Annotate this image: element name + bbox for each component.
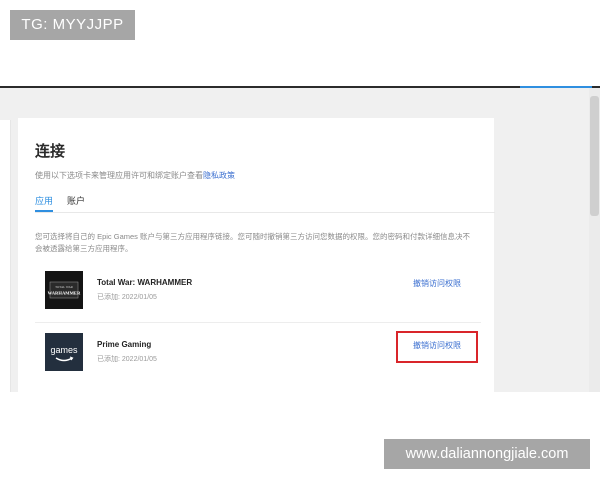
page-title: 连接: [35, 143, 66, 160]
tab-apps[interactable]: 应用: [35, 194, 53, 208]
app-name: Total War: WARHAMMER: [97, 278, 193, 287]
left-panel: [0, 120, 11, 392]
highlight-box: [396, 331, 478, 363]
watermark: www.daliannongjiale.com: [384, 439, 590, 469]
app-added-date: 已添加: 2022/01/05: [97, 356, 157, 363]
prime-gaming-logo-icon: games: [45, 333, 83, 371]
browser-content: 连接 使用以下选项卡来管理应用许可和绑定账户查看隐私政策 应用 账户 您可选择将…: [0, 88, 600, 392]
app-row: TOTAL WAR WARHAMMER Total War: WARHAMMER…: [35, 268, 481, 323]
tab-bar: 应用 账户: [35, 194, 495, 213]
warhammer-logo-icon: TOTAL WAR WARHAMMER: [45, 271, 83, 309]
active-tab-underline: [35, 210, 53, 212]
logo-top-text: TOTAL WAR: [55, 285, 74, 289]
tg-badge: TG: MYYJJPP: [10, 10, 135, 40]
revoke-access-button[interactable]: 撤销访问权限: [413, 278, 461, 289]
privacy-policy-link[interactable]: 隐私政策: [203, 171, 235, 180]
connections-description: 您可选择将自己的 Epic Games 账户与第三方应用程序链接。您可随时撤销第…: [35, 232, 471, 253]
subtitle-text: 使用以下选项卡来管理应用许可和绑定账户查看: [35, 171, 203, 180]
tab-accounts[interactable]: 账户: [67, 194, 85, 208]
logo-games-text: games: [50, 345, 78, 355]
logo-main-text: WARHAMMER: [48, 291, 81, 296]
app-name: Prime Gaming: [97, 340, 152, 349]
scrollbar-thumb[interactable]: [590, 96, 599, 216]
app-added-date: 已添加: 2022/01/05: [97, 294, 157, 301]
page-subtitle: 使用以下选项卡来管理应用许可和绑定账户查看隐私政策: [35, 170, 235, 181]
